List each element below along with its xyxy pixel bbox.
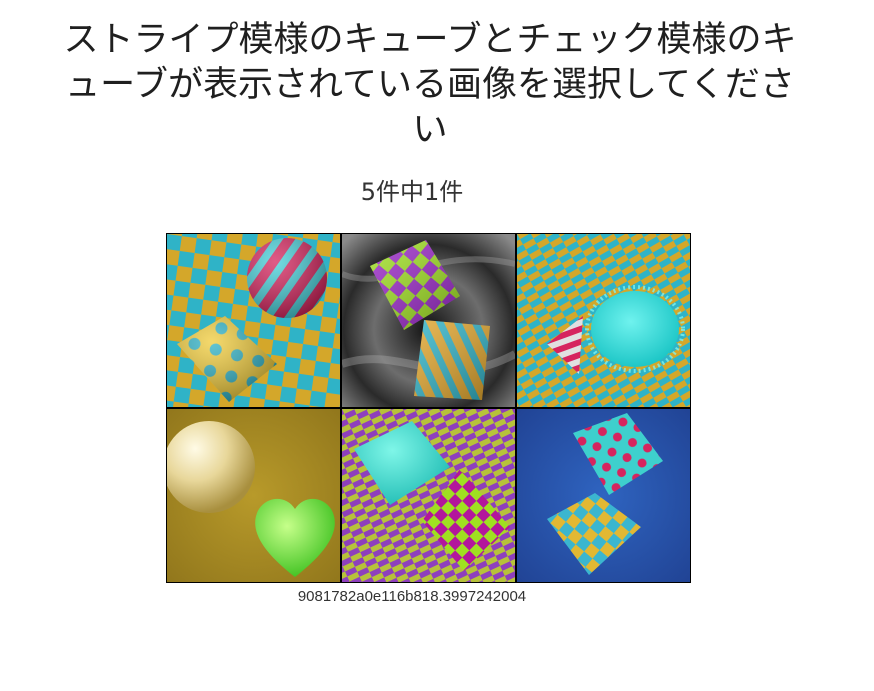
image-tile-3[interactable] — [517, 234, 690, 407]
image-grid — [166, 233, 691, 583]
challenge-progress: 5件中1件 — [360, 178, 464, 206]
image-tile-1[interactable] — [167, 234, 340, 407]
image-tile-4[interactable] — [167, 409, 340, 582]
tile-1-image — [167, 234, 340, 407]
challenge-id: 9081782a0e116b818.3997242004 — [297, 588, 527, 605]
image-tile-2[interactable] — [342, 234, 515, 407]
pearl-sphere — [167, 421, 255, 513]
image-tile-5[interactable] — [342, 409, 515, 582]
tile-4-image — [167, 409, 340, 582]
tile-2-image — [342, 234, 515, 407]
tile-6-image — [517, 409, 690, 582]
tile-5-image — [342, 409, 515, 582]
tile-3-image — [517, 234, 690, 407]
fluffy-blob — [591, 291, 679, 367]
image-tile-6[interactable] — [517, 409, 690, 582]
woven-background — [342, 409, 515, 582]
task-prompt: ストライプ模様のキューブとチェック模様のキューブが表示されている画像を選択してく… — [63, 20, 797, 150]
